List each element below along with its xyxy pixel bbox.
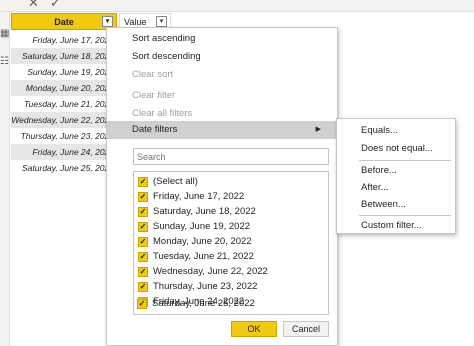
list-item-label: Tuesday, June 21, 2022	[153, 251, 254, 262]
after-item[interactable]: After...	[337, 179, 455, 197]
list-item[interactable]: ✓ Saturday, June 25, 2022	[137, 296, 255, 312]
ok-button[interactable]: OK	[231, 321, 277, 337]
cancel-button[interactable]: Cancel	[283, 321, 329, 337]
custom-filter-item[interactable]: Custom filter...	[337, 217, 455, 235]
equals-item[interactable]: Equals...	[337, 122, 455, 140]
checkbox-checked-icon[interactable]: ✓	[138, 177, 148, 187]
list-item-label: Saturday, June 25, 2022	[152, 298, 255, 309]
list-item[interactable]: ✓ Wednesday, June 22, 2022	[138, 264, 268, 280]
table-view-icon[interactable]: ▦	[0, 28, 9, 39]
chevron-right-icon: ▶	[315, 126, 321, 133]
list-item[interactable]: ✓ Friday, June 17, 2022	[138, 189, 244, 205]
does-not-equal-item[interactable]: Does not equal...	[337, 140, 455, 158]
table-row[interactable]: Wednesday, June 22, 2022	[11, 112, 117, 128]
table-row[interactable]: Sunday, June 19, 2022	[11, 64, 117, 80]
table-row[interactable]: Tuesday, June 21, 2022	[11, 96, 117, 112]
left-rail: ▦ ☷	[0, 12, 10, 346]
column-header-value-label: Value	[124, 17, 147, 27]
list-item-label: Thursday, June 23, 2022	[153, 281, 258, 292]
table-row[interactable]: Friday, June 24, 2022	[11, 144, 117, 160]
sort-ascending-item[interactable]: Sort ascending	[107, 30, 337, 48]
checkbox-checked-icon[interactable]: ✓	[138, 237, 148, 247]
before-item[interactable]: Before...	[337, 162, 455, 180]
checkbox-checked-icon[interactable]: ✓	[138, 282, 148, 292]
between-item[interactable]: Between...	[337, 196, 455, 214]
checkbox-checked-icon[interactable]: ✓	[138, 222, 148, 232]
list-item[interactable]: ✓ Thursday, June 23, 2022	[138, 279, 257, 295]
clear-filter-item: Clear filter	[132, 90, 176, 101]
list-item-label: Wednesday, June 22, 2022	[153, 266, 268, 277]
table-row[interactable]: Saturday, June 25, 2022	[11, 160, 117, 176]
checkbox-checked-icon[interactable]: ✓	[137, 299, 147, 309]
column-header-date[interactable]: Date ▾	[11, 13, 117, 30]
list-item[interactable]: ✓ Sunday, June 19, 2022	[138, 219, 250, 235]
table-row[interactable]: Thursday, June 23, 2022	[11, 128, 117, 144]
value-list: ✓ (Select all) ✓ Friday, June 17, 2022 ✓…	[133, 171, 329, 315]
table-row[interactable]: Saturday, June 18, 2022	[11, 48, 117, 64]
list-item-label: Monday, June 20, 2022	[153, 236, 252, 247]
checkbox-checked-icon[interactable]: ✓	[138, 192, 148, 202]
filter-menu: Sort ascending Sort descending Clear sor…	[106, 27, 338, 346]
list-item[interactable]: ✓ Tuesday, June 21, 2022	[138, 249, 254, 265]
date-filters-item[interactable]: Date filters ▶	[107, 121, 337, 139]
sort-descending-item[interactable]: Sort descending	[107, 48, 337, 66]
search-input[interactable]	[133, 148, 329, 165]
chevron-down-icon[interactable]: ▾	[156, 16, 167, 27]
chevron-down-icon[interactable]: ▾	[102, 16, 113, 27]
column-header-date-label: Date	[54, 17, 74, 27]
list-item-label: Saturday, June 18, 2022	[153, 206, 256, 217]
toolbar: ✕ ✓	[0, 0, 474, 12]
table-row[interactable]: Monday, June 20, 2022	[11, 80, 117, 96]
clear-sort-item: Clear sort	[132, 69, 174, 80]
close-icon[interactable]: ✕	[28, 0, 39, 10]
table-row[interactable]: Friday, June 17, 2022	[11, 32, 117, 48]
checkbox-checked-icon[interactable]: ✓	[138, 267, 148, 277]
list-item-label: (Select all)	[153, 176, 198, 187]
check-icon[interactable]: ✓	[50, 0, 61, 10]
date-filters-submenu: Equals... Does not equal... Before... Af…	[336, 118, 456, 234]
checkbox-checked-icon[interactable]: ✓	[138, 207, 148, 217]
list-item-select-all[interactable]: ✓ (Select all)	[138, 174, 198, 190]
divider	[359, 160, 451, 161]
list-item-label: Friday, June 17, 2022	[153, 191, 245, 202]
list-item-label: Sunday, June 19, 2022	[153, 221, 251, 232]
checkbox-checked-icon[interactable]: ✓	[138, 252, 148, 262]
list-item[interactable]: ✓ Saturday, June 18, 2022	[138, 204, 256, 220]
divider	[359, 215, 451, 216]
list-item[interactable]: ✓ Monday, June 20, 2022	[138, 234, 252, 250]
date-filters-label: Date filters	[132, 124, 178, 135]
model-view-icon[interactable]: ☷	[0, 56, 9, 67]
